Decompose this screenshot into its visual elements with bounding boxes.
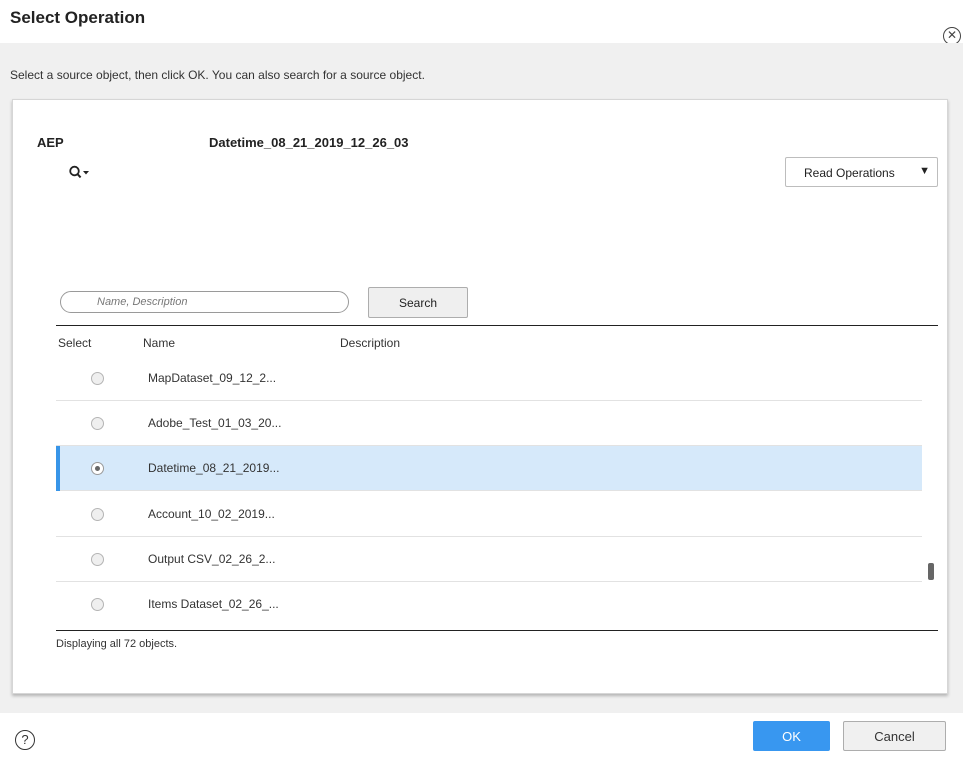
table-bottom-divider <box>56 630 938 631</box>
column-header-select: Select <box>58 336 92 350</box>
row-name: Datetime_08_21_2019... <box>148 461 280 475</box>
table-row[interactable]: Items Dataset_02_26_... <box>56 582 922 627</box>
row-name: MapDataset_09_12_2... <box>148 371 277 385</box>
table-row[interactable]: Output CSV_02_26_2... <box>56 537 922 582</box>
dropdown-arrow-icon: ▼ <box>919 165 930 177</box>
row-name: Output CSV_02_26_2... <box>148 552 276 566</box>
search-input[interactable] <box>60 291 349 313</box>
row-name: Items Dataset_02_26_... <box>148 597 279 611</box>
column-header-description[interactable]: Description <box>340 336 400 350</box>
connection-label: AEP <box>37 135 64 150</box>
instructions-text: Select a source object, then click OK. Y… <box>10 68 425 82</box>
search-dropdown-icon[interactable] <box>68 164 92 182</box>
ok-button[interactable]: OK <box>753 721 830 751</box>
table-row[interactable]: MapDataset_09_12_2... <box>56 356 922 401</box>
help-icon[interactable]: ? <box>15 730 35 750</box>
operations-select[interactable]: Read Operations ▼ <box>785 157 938 187</box>
scrollbar-thumb[interactable] <box>928 563 934 580</box>
cancel-button[interactable]: Cancel <box>843 721 946 751</box>
row-radio[interactable] <box>91 508 104 521</box>
row-name: Adobe_Test_01_03_20... <box>148 416 282 430</box>
row-radio[interactable] <box>91 372 104 385</box>
row-radio[interactable] <box>91 417 104 430</box>
column-header-name[interactable]: Name <box>143 336 175 350</box>
table-row[interactable]: Adobe_Test_01_03_20... <box>56 401 922 446</box>
table-row-selected[interactable]: Datetime_08_21_2019... <box>56 446 922 491</box>
dialog-title: Select Operation <box>10 8 146 27</box>
search-icon <box>69 165 89 179</box>
row-radio[interactable] <box>91 598 104 611</box>
table-row[interactable]: Account_10_02_2019... <box>56 492 922 537</box>
selected-object-name: Datetime_08_21_2019_12_26_03 <box>209 135 409 150</box>
row-radio[interactable] <box>91 553 104 566</box>
operations-select-value: Read Operations <box>804 166 895 180</box>
row-name: Account_10_02_2019... <box>148 507 275 521</box>
table-top-divider <box>56 325 938 326</box>
row-radio-checked[interactable] <box>91 462 104 475</box>
object-selection-panel: AEP Datetime_08_21_2019_12_26_03 Read Op… <box>12 99 948 694</box>
search-button[interactable]: Search <box>368 287 468 318</box>
object-count-status: Displaying all 72 objects. <box>56 638 178 650</box>
